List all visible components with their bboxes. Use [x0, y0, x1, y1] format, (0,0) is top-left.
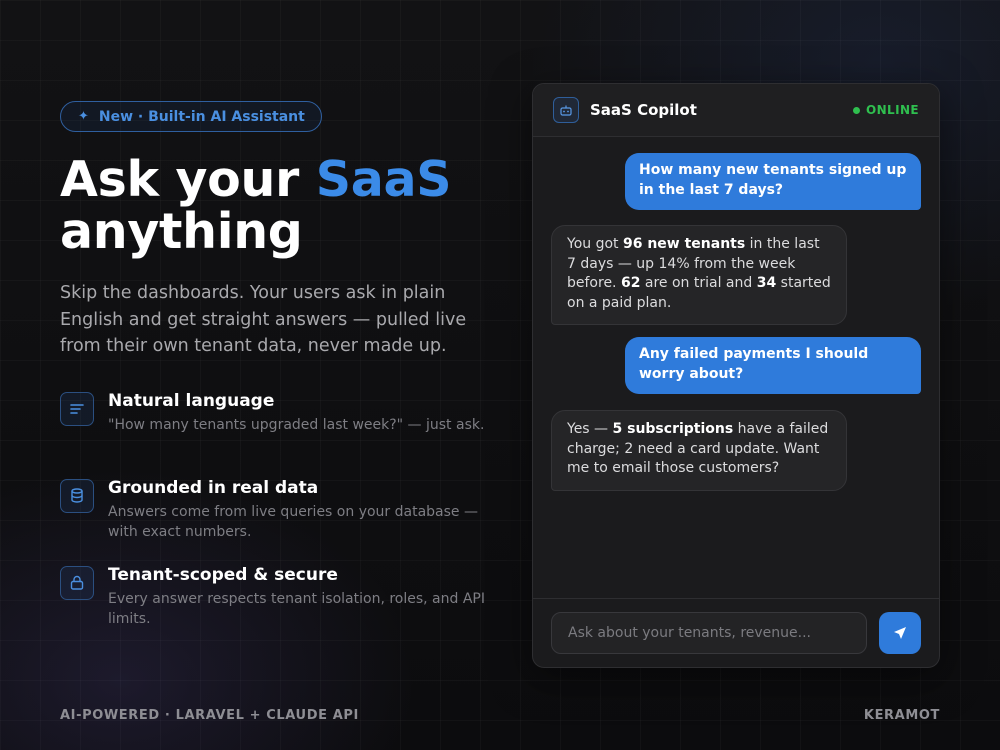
new-feature-badge: ✦ New · Built-in AI Assistant — [60, 101, 322, 132]
message-text: Yes — — [567, 421, 613, 437]
feature-description: Answers come from live queries on your d… — [108, 503, 478, 541]
message-highlight: 34 — [756, 275, 777, 291]
assistant-message: You got 96 new tenants in the last 7 day… — [551, 225, 847, 325]
feature-description: Every answer respects tenant isolation, … — [108, 590, 485, 628]
feature-title: Natural language — [108, 390, 275, 411]
chat-composer — [533, 598, 939, 667]
status-text: ONLINE — [866, 103, 919, 117]
title-accent: SaaS — [315, 151, 452, 208]
send-button[interactable] — [879, 612, 921, 654]
title-part1: Ask your — [60, 151, 316, 208]
assistant-message: Yes — 5 subscriptions have a failed char… — [551, 410, 847, 491]
footer-tagline: AI-POWERED · LARAVEL + CLAUDE API — [60, 708, 359, 723]
send-icon — [894, 627, 906, 639]
hero-section: ✦ New · Built-in AI Assistant Ask your S… — [60, 101, 490, 652]
online-dot-icon — [853, 106, 860, 114]
bot-icon — [553, 97, 579, 123]
message-highlight: 5 subscriptions — [612, 421, 734, 437]
feature-description: "How many tenants upgraded last week?" —… — [108, 416, 485, 433]
status-badge: ONLINE — [853, 103, 919, 117]
chat-window: SaaS Copilot ONLINE How many new tenants… — [532, 83, 940, 668]
user-message: Any failed payments I should worry about… — [625, 337, 921, 394]
hero-subtitle: Skip the dashboards. Your users ask in p… — [60, 283, 467, 356]
page-title: Ask your SaaS anything — [60, 154, 490, 258]
database-icon — [60, 478, 94, 513]
message-text: are on trial and — [640, 275, 757, 291]
feature-title: Tenant-scoped & secure — [108, 564, 338, 585]
chat-header: SaaS Copilot ONLINE — [533, 84, 939, 137]
title-part2: anything — [60, 203, 303, 260]
chat-title: SaaS Copilot — [590, 101, 697, 119]
user-message: How many new tenants signed up in the la… — [625, 153, 921, 210]
feature-grounded-data: Grounded in real data Answers come from … — [60, 478, 490, 565]
chat-input[interactable] — [551, 612, 867, 654]
sparkle-icon: ✦ — [78, 109, 89, 124]
feature-title: Grounded in real data — [108, 477, 319, 498]
lines-icon — [60, 391, 94, 426]
feature-list: Natural language "How many tenants upgra… — [60, 391, 490, 652]
message-list: How many new tenants signed up in the la… — [533, 137, 939, 599]
feature-tenant-secure: Tenant-scoped & secure Every answer resp… — [60, 565, 490, 652]
message-highlight: 96 new tenants — [622, 236, 746, 252]
lock-icon — [60, 565, 94, 600]
message-text: You got — [567, 236, 623, 252]
message-highlight: 62 — [620, 275, 641, 291]
feature-natural-language: Natural language "How many tenants upgra… — [60, 391, 490, 478]
badge-text: New · Built-in AI Assistant — [98, 108, 305, 125]
footer-brand: KERAMOT — [863, 708, 940, 723]
